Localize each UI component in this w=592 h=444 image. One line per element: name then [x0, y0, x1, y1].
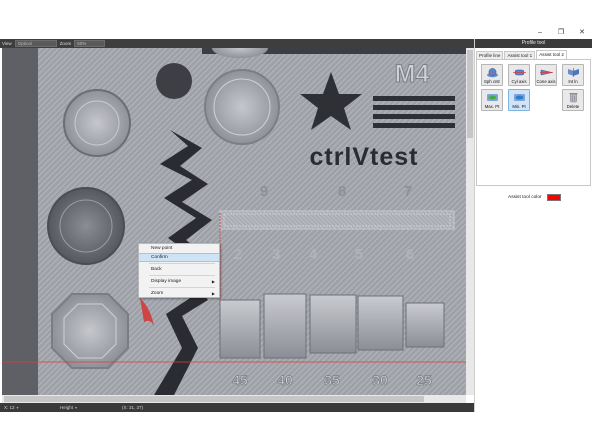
assist-color-row: Assist tool color [508, 194, 561, 201]
menu-item-label: New point [151, 246, 173, 251]
maximize-icon[interactable]: ❐ [557, 29, 565, 37]
max-point-icon [487, 94, 498, 101]
profile-tool-panel: Profile tool Profile line Assist tool 1 … [474, 39, 592, 412]
status-field-label: Height [60, 405, 74, 410]
zoom-label: Zoom [59, 41, 72, 46]
close-icon[interactable]: ✕ [578, 29, 586, 37]
tool-label: Cone axis [536, 79, 556, 84]
cylinder-axis-button[interactable]: Cyl axis [508, 64, 530, 86]
logo-text: ctrlVtest [309, 143, 418, 171]
min-point-button[interactable]: Min. Pt [508, 89, 530, 111]
angle-label-35: 35 [324, 372, 340, 388]
digit-mid-2: 2 [234, 246, 242, 263]
max-point-button[interactable]: Max. Pt [481, 89, 503, 111]
horizontal-scrollbar[interactable] [2, 395, 466, 403]
tab-profile-line[interactable]: Profile line [476, 51, 504, 59]
panel-tabs: Profile line Assist tool 1 Assist tool 2 [476, 50, 568, 59]
chevron-down-icon: ▾ [16, 405, 19, 410]
submenu-arrow-icon: ▶ [211, 291, 215, 296]
view-toolbar: View Optical Zoom 50% [0, 39, 474, 48]
digit-top-9: 9 [260, 183, 268, 200]
status-position: (X: 31, 37) [122, 405, 143, 410]
menu-separator [149, 275, 215, 276]
cone-axis-icon [540, 69, 553, 76]
assist-color-swatch[interactable] [546, 194, 561, 201]
context-menu: New point Confirm Back Display image ▶ Z… [138, 243, 220, 298]
intersection-line-button[interactable]: Int ln [562, 64, 584, 86]
angle-label-45: 45 [232, 372, 248, 388]
window-controls: – ❐ ✕ [536, 29, 586, 37]
view-mode-label: View [2, 41, 12, 46]
view-mode-select[interactable]: Optical [14, 40, 57, 47]
angle-label-25: 25 [416, 372, 432, 388]
menu-item-confirm[interactable]: Confirm [139, 253, 219, 262]
menu-separator [149, 263, 215, 264]
vertical-scroll-thumb[interactable] [467, 50, 473, 138]
model-label: M4 [395, 60, 430, 88]
specimen-image: M4 ctrlVtest 9 8 7 2 3 4 5 6 45 40 35 30… [2, 48, 466, 395]
menu-item-back[interactable]: Back [139, 265, 219, 274]
sphere-center-button[interactable]: Sph cntr [481, 64, 503, 86]
assist-tool-grid: Sph cntr Cyl axis Cone axis Int ln Max. … [476, 59, 591, 186]
submenu-arrow-icon: ▶ [211, 279, 215, 284]
menu-separator [149, 287, 215, 288]
digit-mid-3: 3 [272, 246, 280, 263]
digit-mid-4: 4 [309, 246, 318, 263]
tool-label: Cyl axis [511, 79, 527, 84]
menu-item-new-point[interactable]: New point [139, 244, 219, 253]
angle-label-40: 40 [277, 372, 293, 388]
angle-label-30: 30 [372, 372, 388, 388]
menu-item-label: Confirm [151, 255, 168, 260]
intersection-line-icon [568, 68, 579, 77]
menu-item-label: Zoom [151, 291, 164, 296]
vertical-scrollbar[interactable] [466, 48, 474, 395]
tool-label: Int ln [568, 79, 578, 84]
chevron-down-icon: ▾ [75, 405, 78, 410]
panel-title: Profile tool [475, 39, 592, 48]
status-position-value: (X: 31, 37) [122, 405, 144, 410]
status-coord-value: X: 12 [4, 405, 15, 410]
tab-assist-tool-2[interactable]: Assist tool 2 [536, 50, 567, 59]
menu-item-label: Display image [151, 279, 182, 284]
tool-label: Delete [566, 104, 580, 109]
digit-top-7: 7 [404, 183, 412, 200]
menu-item-display-image[interactable]: Display image ▶ [139, 277, 219, 286]
digit-mid-6: 6 [406, 246, 414, 263]
status-coord[interactable]: X: 12 ▾ [4, 405, 19, 410]
zoom-select[interactable]: 50% [74, 40, 106, 47]
digit-mid-5: 5 [355, 246, 363, 263]
tab-assist-tool-1[interactable]: Assist tool 1 [504, 51, 536, 59]
tool-label: Sph cntr [483, 79, 500, 84]
status-bar: X: 12 ▾ Height ▾ (X: 31, 37) [0, 403, 474, 412]
menu-item-zoom[interactable]: Zoom ▶ [139, 289, 219, 298]
horizontal-scroll-thumb[interactable] [4, 396, 424, 402]
digit-top-8: 8 [338, 183, 346, 200]
app-window: – ❐ ✕ View Optical Zoom 50% M4 ctrlVtest… [0, 0, 592, 444]
tool-label: Max. Pt [484, 104, 500, 109]
image-viewport[interactable]: M4 ctrlVtest 9 8 7 2 3 4 5 6 45 40 35 30… [2, 48, 466, 395]
assist-color-label: Assist tool color [508, 195, 542, 200]
cylinder-axis-icon [513, 69, 526, 76]
status-field[interactable]: Height ▾ [60, 405, 77, 410]
min-point-icon [514, 94, 525, 101]
delete-button[interactable]: Delete [562, 89, 584, 111]
menu-item-label: Back [151, 267, 162, 272]
sphere-center-icon [487, 68, 498, 78]
minimize-icon[interactable]: – [536, 29, 544, 37]
cone-axis-button[interactable]: Cone axis [535, 64, 557, 86]
tool-label: Min. Pt [512, 104, 526, 109]
delete-icon [569, 93, 578, 103]
